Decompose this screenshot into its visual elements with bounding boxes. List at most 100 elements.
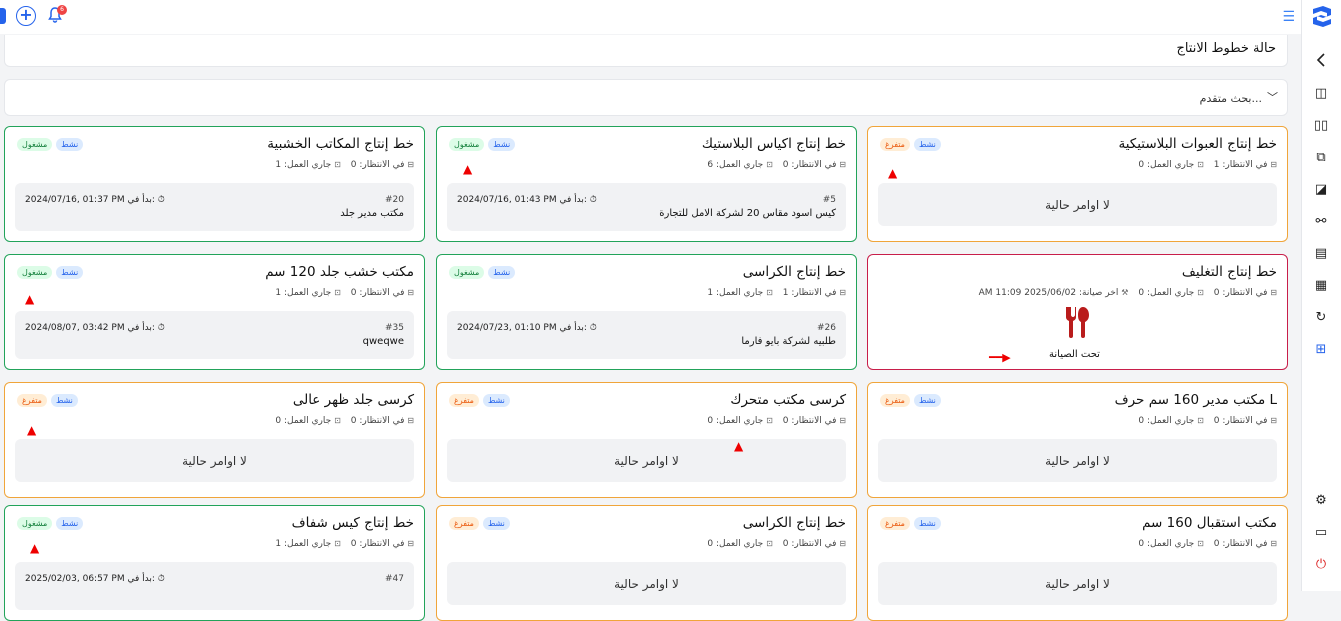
nav-icon-7[interactable]: ▦ [1310,274,1332,296]
box-icon: ⊟ [1270,288,1277,297]
wrench-icon: ⚒ [1121,288,1129,297]
line-card[interactable]: خط إنتاج الكراسى مشغول نشط ⊟ في الانتظار:… [436,254,857,370]
box-icon: ⊟ [839,288,846,297]
nav-icon-1[interactable]: ◫ [1310,82,1332,104]
status-badge-active: نشط [488,266,516,279]
line-title: مكتب استقبال 160 سم [1142,515,1277,531]
order-name: مكتب مدير جلد [340,208,404,219]
status-badge-active: نشط [50,394,78,407]
nav-icon-3[interactable]: ⧉ [1310,146,1332,168]
annotation-arrow: ▲ [734,439,744,453]
line-title: خط إنتاج كيس شفاف [291,515,414,531]
wrench-screwdriver-icon [1066,307,1089,338]
no-orders: لا اوامر حالية [447,562,846,605]
line-meta: ⊟ في الانتظار: 1 ⊡ جاري العمل: 0 [1138,160,1277,170]
layout-icon[interactable]: ⊞ [1310,338,1332,360]
order-name: qweqwe [362,336,404,347]
clock-icon: ⏱ [157,195,165,205]
box-icon: ⊟ [407,416,414,425]
line-card[interactable]: خط إنتاج التغليف ⊟ في الانتظار: 0 ⊡ جاري … [867,254,1288,370]
nav-icon-4[interactable]: ◪ [1310,178,1332,200]
current-order[interactable]: #20 مكتب مدير جلد 2024/07/16, 01:37 PM ب… [15,183,414,231]
hamburger-icon[interactable]: ☰ [1282,9,1295,25]
page-title: حالة خطوط الانتاج [1176,41,1276,56]
annotation-arrow: ▲ [888,166,898,180]
line-card[interactable]: مكتب استقبال 160 سم متفرغ نشط ⊟ في الانتظ… [867,505,1288,621]
status-badge-active: نشط [56,266,84,279]
box-icon: ⊡ [334,160,341,169]
box-icon: ⊡ [334,539,341,548]
status-badge-free: متفرغ [449,517,479,530]
line-title: خط إنتاج اكياس البلاستيك [701,136,846,152]
notification-badge: 6 [57,5,67,15]
no-orders: لا اوامر حالية [878,562,1277,605]
status-badge-busy: مشغول [17,138,53,151]
order-start: 2024/08/07, 03:42 PM بدأ في: ⏱ [25,323,165,333]
status-badge-free: متفرغ [880,138,910,151]
line-meta: ⊟ في الانتظار: 0 ⊡ جاري العمل: 0 ⚒ اخر صيا… [978,288,1277,298]
status-badge-busy: مشغول [17,517,53,530]
order-start: 2024/07/16, 01:43 PM بدأ في: ⏱ [457,195,597,205]
status-badge-busy: مشغول [449,266,485,279]
current-order[interactable]: #5 كيس اسود مقاس 20 لشركة الامل للتجارة … [447,183,846,231]
box-icon: ⊡ [766,416,773,425]
annotation-arrow: ━━▶ [989,351,1011,364]
line-meta: ⊟ في الانتظار: 0 ⊡ جاري العمل: 0 [1138,416,1277,426]
order-start: 2024/07/23, 01:10 PM بدأ في: ⏱ [457,323,597,333]
box-icon: ⊟ [839,416,846,425]
box-icon: ⊡ [766,288,773,297]
status-badge-active: نشط [913,138,941,151]
line-meta: ⊟ في الانتظار: 0 ⊡ جاري العمل: 6 [707,160,846,170]
order-name: كيس اسود مقاس 20 لشركة الامل للتجارة [659,208,836,219]
line-title: خط إنتاج العبوات البلاستيكية [1118,136,1277,152]
status-badge-busy: مشغول [17,266,53,279]
line-title: خط إنتاج الكراسى [742,264,846,280]
line-card[interactable]: خط إنتاج اكياس البلاستيك مشغول نشط ⊟ في ا… [436,126,857,242]
box-icon: ⊟ [839,160,846,169]
plus-icon[interactable]: + [16,6,36,26]
current-order[interactable]: #26 طلبيه لشركة بايو فارما 2024/07/23, 0… [447,311,846,359]
sidebar: ◫ ▯▯ ⧉ ◪ ⚯ ▤ ▦ ↻ ⊞ ⚙ ▭ ⏻ [1301,0,1341,591]
logo-icon[interactable] [1309,5,1335,29]
nav-icon-6[interactable]: ▤ [1310,242,1332,264]
box-icon: ⊡ [766,160,773,169]
box-icon: ⊡ [1197,288,1204,297]
order-start: 2024/07/16, 01:37 PM بدأ في: ⏱ [25,195,165,205]
refresh-icon[interactable]: ↻ [1310,306,1332,328]
settings-icon[interactable]: ⚙ [1310,489,1332,511]
box-icon: ⊟ [407,288,414,297]
chevron-left-icon[interactable] [1310,49,1332,71]
status-badge-active: نشط [913,517,941,530]
line-meta: ⊟ في الانتظار: 0 ⊡ جاري العمل: 0 [707,539,846,549]
nav-icon-2[interactable]: ▯▯ [1310,114,1332,136]
advanced-search[interactable]: بحث متقدم... ﹀ [4,79,1288,116]
nav-icon-5[interactable]: ⚯ [1310,210,1332,232]
no-orders: لا اوامر حالية [878,439,1277,482]
line-card[interactable]: مكتب مدير 160 سم حرف L متفرغ نشط ⊟ في الا… [867,382,1288,498]
line-card[interactable]: خط إنتاج الكراسى متفرغ نشط ⊟ في الانتظار:… [436,505,857,621]
chevron-down-icon[interactable]: ﹀ [1267,89,1278,105]
box-icon: ⊡ [334,288,341,297]
status-badge-active: نشط [482,394,510,407]
no-orders: لا اوامر حالية [447,439,846,482]
line-card[interactable]: خط إنتاج العبوات البلاستيكية متفرغ نشط ⊟ … [867,126,1288,242]
line-card[interactable]: خط إنتاج المكاتب الخشبية مشغول نشط ⊟ في ا… [4,126,425,242]
box-icon: ⊡ [1197,539,1204,548]
line-meta: ⊟ في الانتظار: 0 ⊡ جاري العمل: 1 [275,160,414,170]
line-card[interactable]: كرسى مكتب متحرك متفرغ نشط ⊟ في الانتظار: … [436,382,857,498]
display-icon[interactable]: ▭ [1310,521,1332,543]
top-bar: + 6 ☰ [0,0,1301,34]
line-card[interactable]: خط إنتاج كيس شفاف مشغول نشط ⊟ في الانتظار… [4,505,425,621]
line-card[interactable]: كرسى جلد ظهر عالى متفرغ نشط ⊟ في الانتظار… [4,382,425,498]
sidebar-toggle-icon[interactable] [0,8,6,24]
current-order[interactable]: #35 qweqwe 2024/08/07, 03:42 PM بدأ في: … [15,311,414,359]
line-meta: ⊟ في الانتظار: 0 ⊡ جاري العمل: 1 [275,288,414,298]
line-card[interactable]: مكتب خشب جلد 120 سم مشغول نشط ⊟ في الانتظ… [4,254,425,370]
line-meta: ⊟ في الانتظار: 0 ⊡ جاري العمل: 0 [707,416,846,426]
line-meta: ⊟ في الانتظار: 0 ⊡ جاري العمل: 0 [275,416,414,426]
box-icon: ⊡ [766,539,773,548]
order-start: 2025/02/03, 06:57 PM بدأ في: ⏱ [25,574,165,584]
power-icon[interactable]: ⏻ [1310,553,1332,575]
current-order[interactable]: #47 2025/02/03, 06:57 PM بدأ في: ⏱ [15,562,414,610]
status-badge-active: نشط [482,517,510,530]
